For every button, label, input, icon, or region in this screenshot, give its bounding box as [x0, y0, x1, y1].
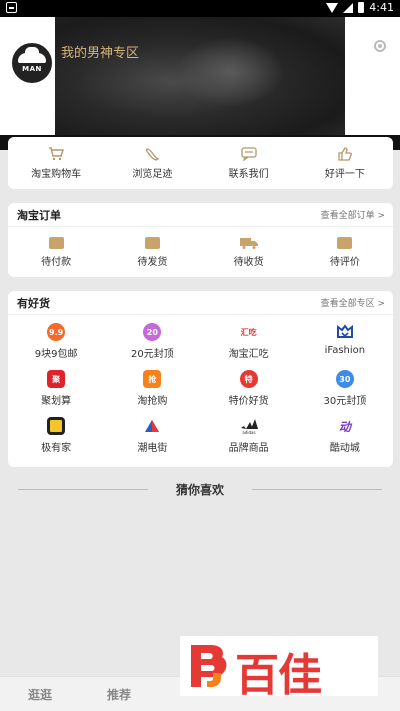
footprint-icon	[146, 148, 160, 161]
goods-item-tejia[interactable]: 特 特价好货	[201, 370, 297, 407]
quick-actions-card: 淘宝购物车 浏览足迹 联系我们 好评一下	[8, 137, 393, 189]
goods-item-label: 特价好货	[228, 396, 269, 407]
watermark-b-mark-icon	[191, 645, 227, 687]
good-goods-title: 有好货	[17, 297, 50, 310]
notification-icon	[6, 2, 17, 13]
zone-title: 我的男神专区	[61, 46, 140, 61]
divider-line-right	[252, 489, 382, 490]
view-all-zones-link[interactable]: 查看全部专区 >	[321, 296, 385, 309]
adidas-logo-icon: adidas	[240, 419, 258, 435]
order-item-label: 待评价	[329, 257, 360, 268]
goods-item-kudongcheng[interactable]: 动 酷动城	[297, 417, 393, 455]
order-item-label: 待付款	[41, 257, 72, 268]
watermark-text: 百佳	[235, 650, 322, 701]
goods-item-label: 9块9包邮	[34, 349, 78, 360]
goods-item-taoqianggou[interactable]: 抢 淘抢购	[104, 370, 200, 407]
good-goods-header: 有好货 查看全部专区 >	[8, 291, 393, 315]
quick-item-label: 联系我们	[228, 169, 269, 180]
goods-item-label: 淘宝汇吃	[228, 349, 269, 360]
chat-icon	[240, 147, 257, 161]
good-goods-card: 有好货 查看全部专区 > 9.9 9块9包邮 20 20元封顶 汇吃 淘宝汇吃 …	[8, 291, 393, 467]
quick-item-rate[interactable]: 好评一下	[297, 147, 393, 180]
goods-item-label: 品牌商品	[228, 443, 269, 454]
goods-item-label: 聚划算	[41, 396, 72, 407]
wifi-icon	[326, 2, 339, 13]
tejia-logo-icon: 特	[239, 370, 258, 388]
goods-item-label: iFashion	[324, 345, 366, 356]
comment-icon	[337, 237, 353, 249]
view-all-orders-link[interactable]: 查看全部订单 >	[321, 208, 385, 221]
hat-icon	[18, 47, 46, 63]
goods-item-20[interactable]: 20 20元封顶	[104, 323, 200, 360]
30-badge-icon: 30	[335, 370, 354, 388]
goods-item-label: 30元封顶	[323, 396, 367, 407]
signal-icon	[343, 2, 354, 13]
settings-gear-icon[interactable]	[374, 40, 386, 52]
truck-icon	[239, 238, 258, 249]
goods-item-juhuasuan[interactable]: 聚 聚划算	[8, 370, 104, 407]
orders-title: 淘宝订单	[17, 209, 61, 222]
avatar-text: MAN	[22, 65, 42, 73]
huichi-logo-icon: 汇吃	[240, 327, 257, 337]
avatar[interactable]: MAN	[10, 41, 54, 85]
order-item-pending-payment[interactable]: 待付款	[8, 237, 104, 268]
kudongcheng-logo-icon: 动	[338, 419, 351, 434]
profile-header: MAN 我的男神专区	[0, 17, 400, 150]
goods-item-label: 极有家	[41, 443, 72, 454]
tab-guangguang[interactable]: 逛逛	[28, 686, 52, 703]
quick-item-contact[interactable]: 联系我们	[201, 147, 297, 180]
tab-recommend[interactable]: 推荐	[107, 686, 131, 703]
jiyoujia-logo-icon	[47, 417, 66, 435]
order-item-pending-shipment[interactable]: 待发货	[104, 237, 200, 268]
order-item-label: 待发货	[137, 257, 168, 268]
20-badge-icon: 20	[143, 323, 162, 341]
header-banner-image	[55, 17, 345, 135]
goods-item-label: 20元封顶	[131, 349, 174, 360]
goods-item-jiyoujia[interactable]: 极有家	[8, 417, 104, 454]
orders-card: 淘宝订单 查看全部订单 > 待付款 待发货 待收货 待评价	[8, 203, 393, 277]
package-icon	[144, 237, 160, 249]
chaodianjie-logo-icon	[145, 420, 160, 432]
cart-icon	[49, 147, 65, 161]
watermark-logo: 百佳	[180, 636, 378, 701]
goods-item-chaodianjie[interactable]: 潮电街	[104, 417, 200, 454]
order-item-label: 待收货	[233, 257, 264, 268]
9.9-badge-icon: 9.9	[47, 323, 66, 341]
order-item-pending-receipt[interactable]: 待收货	[201, 237, 297, 268]
goods-item-label: 淘抢购	[137, 396, 168, 407]
quick-item-footprint[interactable]: 浏览足迹	[104, 147, 200, 180]
quick-item-cart[interactable]: 淘宝购物车	[8, 147, 104, 180]
status-bar: 4:41	[0, 0, 400, 17]
status-time: 4:41	[369, 1, 394, 14]
goods-item-9-9[interactable]: 9.9 9块9包邮	[8, 323, 104, 360]
juhuasuan-logo-icon: 聚	[47, 370, 66, 388]
quick-item-label: 浏览足迹	[132, 169, 173, 180]
guess-you-like-divider: 猜你喜欢	[18, 480, 382, 498]
ifashion-logo-icon	[336, 324, 353, 338]
goods-item-label: 酷动城	[329, 443, 360, 454]
quick-item-label: 淘宝购物车	[31, 169, 82, 180]
battery-icon	[358, 2, 365, 13]
quick-item-label: 好评一下	[324, 169, 365, 180]
goods-item-huichi[interactable]: 汇吃 淘宝汇吃	[201, 323, 297, 361]
orders-header: 淘宝订单 查看全部订单 >	[8, 203, 393, 227]
thumbs-up-icon	[338, 147, 352, 161]
svg-text:adidas: adidas	[242, 430, 255, 435]
taoqianggou-logo-icon: 抢	[143, 370, 162, 388]
order-item-pending-review[interactable]: 待评价	[297, 237, 393, 268]
goods-item-brand[interactable]: adidas 品牌商品	[201, 417, 297, 454]
goods-item-label: 潮电街	[137, 443, 168, 454]
goods-item-30[interactable]: 30 30元封顶	[297, 370, 393, 407]
goods-item-ifashion[interactable]: iFashion	[297, 323, 393, 360]
wallet-icon	[48, 237, 64, 249]
